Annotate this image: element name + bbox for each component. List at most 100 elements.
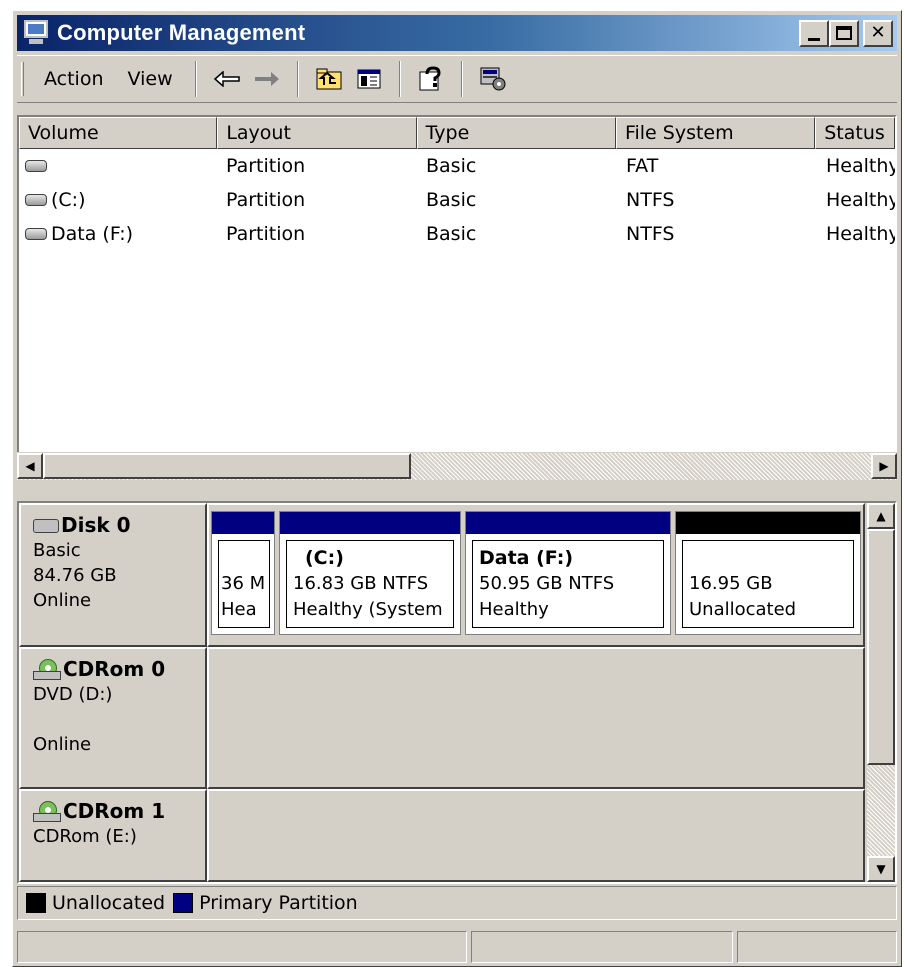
toolbar-grip[interactable] (21, 62, 24, 96)
pane-splitter[interactable] (17, 483, 897, 499)
vertical-scrollbar[interactable]: ▲ ▼ (867, 503, 895, 882)
partition-c-bar (280, 512, 460, 534)
partition-c-status: Healthy (System (293, 599, 443, 620)
volume-list[interactable]: Volume Layout Type File System Status Pa… (17, 115, 897, 480)
minimize-icon (808, 37, 820, 41)
computer-management-icon (23, 20, 51, 46)
close-icon: ✕ (870, 22, 886, 43)
vertical-scroll-thumb[interactable] (867, 529, 895, 765)
cdrom-0-name-line: CDRom 0 (33, 657, 193, 682)
legend-swatch-unallocated (26, 893, 46, 913)
cdrom-0-row[interactable]: CDRom 0 DVD (D:) Online (19, 647, 865, 789)
type-cell: Basic (426, 223, 477, 245)
partition-data-f-body: Data (F:) 50.95 GB NTFS Healthy (472, 540, 664, 628)
menu-action[interactable]: Action (32, 62, 116, 96)
horizontal-scroll-thumb[interactable] (43, 453, 411, 479)
status-cell: Healthy (826, 223, 895, 245)
partition-36m[interactable]: 36 M Hea (211, 511, 275, 635)
cdrom-0-drive: DVD (D:) (33, 684, 113, 705)
window-title: Computer Management (57, 20, 306, 45)
column-header-status[interactable]: Status (815, 117, 895, 149)
legend-label-unallocated: Unallocated (52, 892, 166, 914)
scroll-left-button[interactable]: ◀ (17, 453, 43, 479)
partition-c[interactable]: (C:) 16.83 GB NTFS Healthy (System (279, 511, 461, 635)
show-hide-console-tree-button[interactable] (349, 61, 389, 97)
scroll-down-button[interactable]: ▼ (867, 856, 895, 882)
partition-data-f-name: Data (F:) (479, 547, 574, 569)
volume-cell: (C:) (19, 189, 218, 211)
scroll-right-button[interactable]: ▶ (871, 453, 897, 479)
partition-36m-name (221, 545, 267, 571)
legend-label-primary-partition: Primary Partition (199, 892, 358, 914)
disk-0-name: Disk 0 (61, 513, 131, 537)
cdrom-0-name: CDRom 0 (63, 657, 166, 681)
forward-arrow-icon (254, 72, 279, 86)
partition-36m-bar (212, 512, 274, 534)
scroll-down-arrow-icon: ▼ (876, 862, 886, 876)
drive-icon (25, 194, 47, 206)
disk-0-label[interactable]: Disk 0 Basic 84.76 GB Online (19, 503, 207, 647)
unallocated-bar (676, 512, 860, 534)
help-icon (419, 66, 441, 91)
unallocated-name (689, 545, 847, 571)
disk-0-kind: Basic (33, 540, 81, 561)
up-one-level-button[interactable] (309, 61, 349, 97)
menu-action-label: Action (44, 68, 104, 90)
column-header-type[interactable]: Type (416, 117, 616, 149)
computer-management-window: Computer Management ✕ Action View Volume… (12, 10, 902, 967)
type-cell: Basic (426, 155, 477, 177)
properties-icon (480, 67, 506, 91)
partition-c-name: (C:) (305, 547, 344, 569)
menu-toolbar: Action View (17, 55, 897, 103)
layout-cell: Partition (226, 189, 306, 211)
cdrom-1-name-line: CDRom 1 (33, 799, 193, 824)
unallocated-size: 16.95 GB (689, 573, 773, 594)
close-button[interactable]: ✕ (863, 19, 893, 47)
disk-graphical-view[interactable]: Disk 0 Basic 84.76 GB Online 36 M Hea (C… (17, 501, 897, 884)
back-button[interactable] (207, 61, 247, 97)
column-header-file-system[interactable]: File System (615, 117, 816, 149)
minimize-button[interactable] (799, 19, 829, 47)
menu-view-label: View (127, 68, 173, 90)
status-panel-1 (17, 931, 467, 963)
forward-button[interactable] (247, 61, 287, 97)
toolbar-separator (194, 61, 197, 97)
partition-data-f-size: 50.95 GB NTFS (479, 573, 615, 594)
table-row[interactable]: (C:) Partition Basic NTFS Healthy (19, 183, 895, 217)
cdrom-1-row[interactable]: CDRom 1 CDRom (E:) (19, 789, 865, 882)
scroll-right-arrow-icon: ▶ (879, 459, 889, 473)
partition-c-size: 16.83 GB NTFS (293, 573, 429, 594)
unallocated-status: Unallocated (689, 599, 797, 620)
file-system-cell: FAT (626, 155, 659, 177)
table-row[interactable]: Data (F:) Partition Basic NTFS Healthy (19, 217, 895, 251)
partition-36m-status: Hea (221, 599, 257, 620)
status-cell: Healthy (826, 155, 895, 177)
disk-0-name-line: Disk 0 (33, 513, 193, 538)
toolbar-separator (460, 61, 463, 97)
toolbar-separator (398, 61, 401, 97)
cdrom-0-label[interactable]: CDRom 0 DVD (D:) Online (19, 647, 207, 789)
partition-36m-size: 36 M (221, 573, 266, 594)
menu-view[interactable]: View (116, 62, 185, 96)
volume-name: Data (F:) (51, 223, 134, 245)
unallocated-space[interactable]: 16.95 GB Unallocated (675, 511, 861, 635)
status-panel-3 (737, 931, 897, 963)
title-bar[interactable]: Computer Management ✕ (17, 15, 897, 51)
file-system-cell: NTFS (626, 223, 675, 245)
column-header-volume[interactable]: Volume (19, 117, 218, 149)
maximize-button[interactable] (829, 19, 859, 47)
help-button[interactable] (411, 61, 451, 97)
back-arrow-icon (213, 71, 240, 87)
cdrom-1-label[interactable]: CDRom 1 CDRom (E:) (19, 789, 207, 882)
partition-data-f[interactable]: Data (F:) 50.95 GB NTFS Healthy (465, 511, 671, 635)
table-row[interactable]: Partition Basic FAT Healthy (19, 149, 895, 183)
properties-button[interactable] (473, 61, 513, 97)
horizontal-scrollbar[interactable]: ◀ ▶ (17, 452, 897, 480)
column-header-layout[interactable]: Layout (217, 117, 417, 149)
drive-icon (25, 160, 47, 172)
volume-list-header: Volume Layout Type File System Status (19, 117, 895, 149)
scroll-up-button[interactable]: ▲ (867, 503, 895, 529)
cdrom-0-area (207, 647, 865, 789)
disk-0-row[interactable]: Disk 0 Basic 84.76 GB Online 36 M Hea (C… (19, 503, 865, 647)
status-bar (17, 931, 897, 963)
